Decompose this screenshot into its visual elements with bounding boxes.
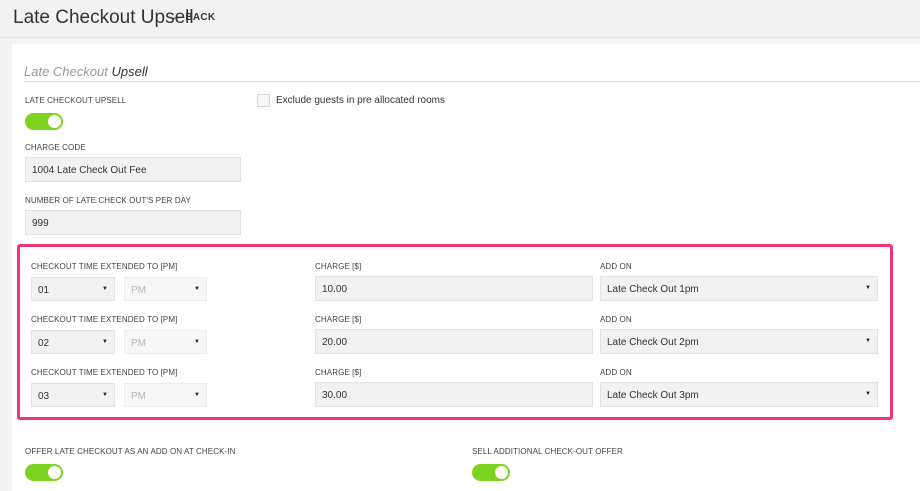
charge-code-field[interactable]: 1004 Late Check Out Fee (25, 157, 241, 182)
checkout-time-label: CHECKOUT TIME EXTENDED TO [PM] (31, 368, 178, 377)
charge-code-label: CHARGE CODE (25, 143, 86, 152)
addon-value: Late Check Out 1pm (607, 284, 699, 295)
addon-label: ADD ON (600, 262, 632, 271)
checkout-time-label: CHECKOUT TIME EXTENDED TO [PM] (31, 262, 178, 271)
addon-select[interactable]: Late Check Out 2pm ▼ (600, 329, 878, 354)
charge-label: CHARGE [$] (315, 368, 362, 377)
caret-down-icon: ▼ (194, 339, 200, 345)
panel-title-prefix: Late Checkout (24, 64, 108, 79)
caret-down-icon: ▼ (102, 339, 108, 345)
charge-field[interactable]: 20.00 (315, 329, 593, 354)
back-button[interactable]: ← BACK (171, 12, 215, 23)
charge-field[interactable]: 10.00 (315, 276, 593, 301)
sell-offer-label: SELL ADDITIONAL CHECK-OUT OFFER (472, 447, 623, 456)
offer-addon-toggle[interactable] (25, 464, 63, 481)
hour-value: 01 (38, 285, 50, 296)
charge-label: CHARGE [$] (315, 262, 362, 271)
exclude-preallocated-label: Exclude guests in pre allocated rooms (276, 95, 445, 106)
arrow-left-icon: ← (171, 12, 182, 23)
caret-down-icon: ▼ (102, 286, 108, 292)
charge-label: CHARGE [$] (315, 315, 362, 324)
charge-field[interactable]: 30.00 (315, 382, 593, 407)
addon-label: ADD ON (600, 368, 632, 377)
back-label: BACK (185, 12, 216, 23)
ampm-value: PM (131, 285, 146, 296)
per-day-label: NUMBER OF LATE CHECK OUT'S PER DAY (25, 196, 191, 205)
toggle-knob (48, 466, 61, 479)
upsell-toggle[interactable] (25, 113, 63, 130)
offer-addon-label: OFFER LATE CHECKOUT AS AN ADD ON AT CHEC… (25, 447, 236, 456)
sell-offer-toggle[interactable] (472, 464, 510, 481)
hour-value: 02 (38, 338, 50, 349)
upsell-toggle-label: LATE CHECKOUT UPSELL (25, 96, 127, 105)
caret-down-icon: ▼ (865, 391, 871, 397)
addon-label: ADD ON (600, 315, 632, 324)
addon-select[interactable]: Late Check Out 3pm ▼ (600, 382, 878, 407)
panel-title: Late Checkout Upsell (24, 64, 148, 79)
hour-select[interactable]: 01 ▼ (31, 277, 115, 301)
addon-select[interactable]: Late Check Out 1pm ▼ (600, 276, 878, 301)
checkout-time-label: CHECKOUT TIME EXTENDED TO [PM] (31, 315, 178, 324)
top-bar: Late Checkout Upsell ← BACK (0, 0, 920, 38)
panel-divider (24, 81, 920, 82)
ampm-value: PM (131, 391, 146, 402)
toggle-knob (495, 466, 508, 479)
caret-down-icon: ▼ (194, 392, 200, 398)
addon-value: Late Check Out 2pm (607, 337, 699, 348)
addon-value: Late Check Out 3pm (607, 390, 699, 401)
toggle-knob (48, 115, 61, 128)
ampm-select: PM ▼ (124, 383, 207, 407)
ampm-select: PM ▼ (124, 277, 207, 301)
settings-panel: Late Checkout Upsell LATE CHECKOUT UPSEL… (12, 44, 920, 491)
caret-down-icon: ▼ (102, 392, 108, 398)
panel-title-suffix: Upsell (111, 64, 148, 79)
caret-down-icon: ▼ (865, 338, 871, 344)
caret-down-icon: ▼ (194, 286, 200, 292)
hour-select[interactable]: 02 ▼ (31, 330, 115, 354)
page-title: Late Checkout Upsell (13, 7, 194, 28)
hour-select[interactable]: 03 ▼ (31, 383, 115, 407)
hour-value: 03 (38, 391, 50, 402)
exclude-preallocated-checkbox[interactable] (257, 94, 270, 107)
caret-down-icon: ▼ (865, 285, 871, 291)
ampm-value: PM (131, 338, 146, 349)
per-day-field[interactable]: 999 (25, 210, 241, 235)
ampm-select: PM ▼ (124, 330, 207, 354)
